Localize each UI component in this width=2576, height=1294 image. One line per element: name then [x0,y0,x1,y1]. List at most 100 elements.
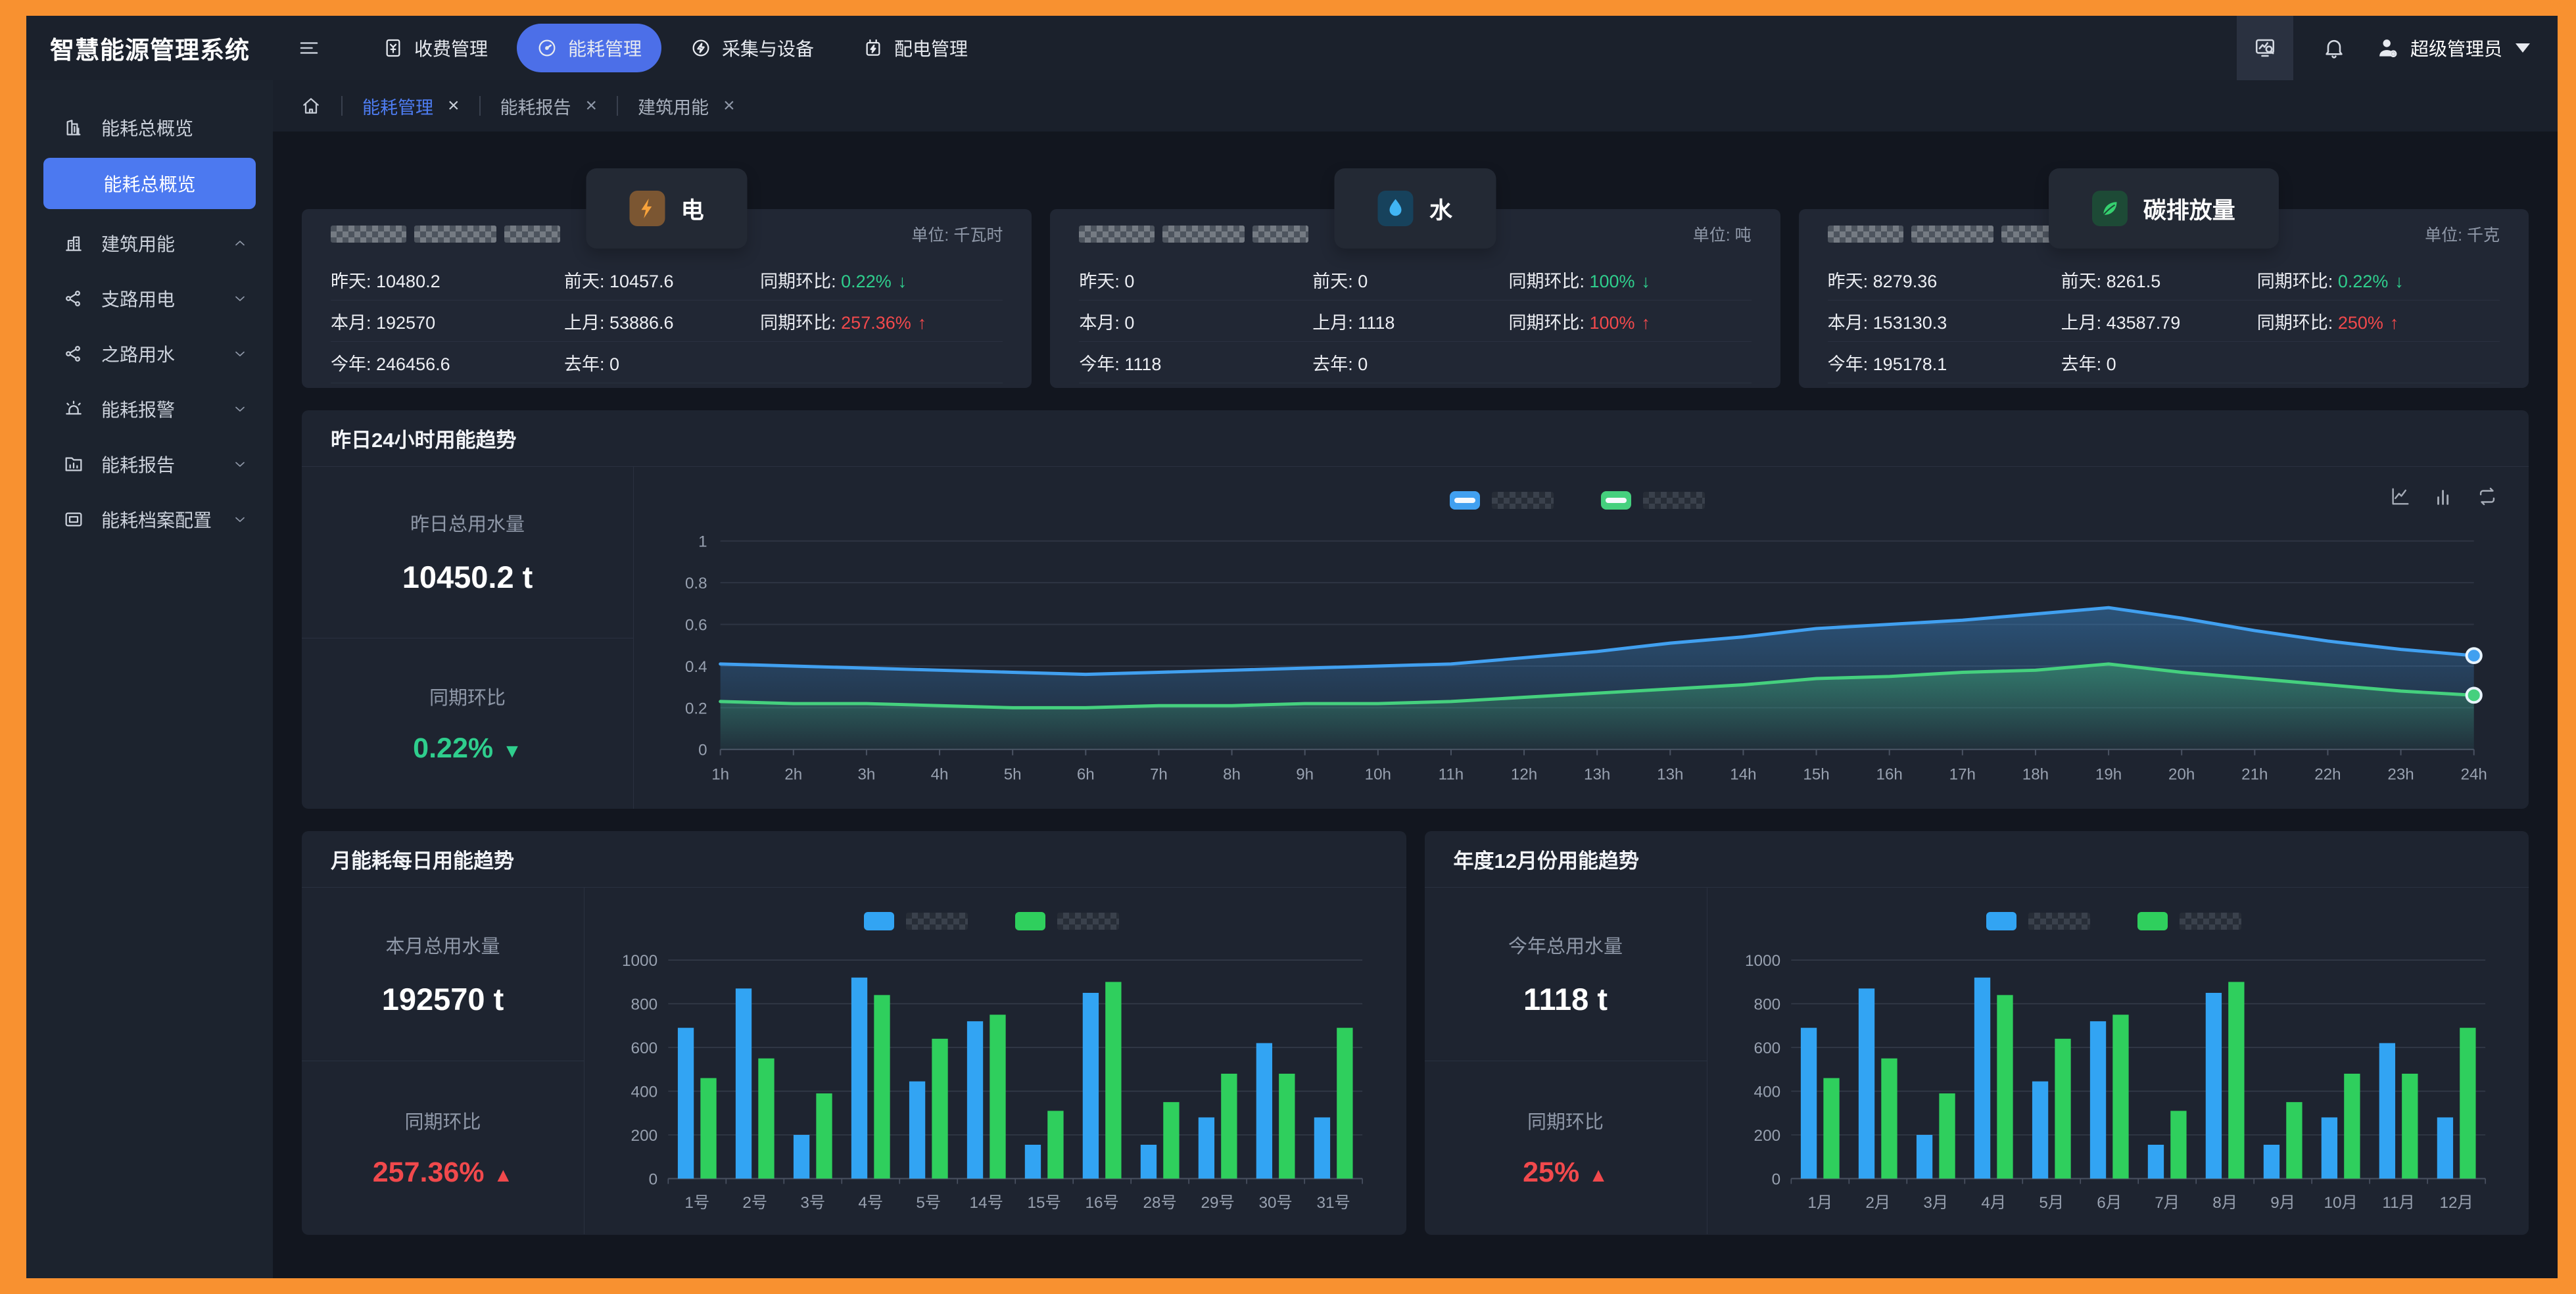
home-icon[interactable] [300,95,322,116]
stat-card-row: 今年: 246456.6去年: 0 [331,342,1003,383]
svg-text:1号: 1号 [684,1194,709,1212]
stat-field: 今年: 246456.6 [331,350,564,375]
sidebar-item-alarm[interactable]: 能耗报警 [26,381,273,437]
nav-item-label: 能耗管理 [568,35,642,61]
daily-trend-panel: 月能耗每日用能趋势 本月总用水量 192570 t 同期环比 257.36%▲ [302,831,1406,1235]
water-drop-icon [1378,191,1414,226]
branch-icon [63,343,101,364]
chart-legend [602,897,1381,946]
legend-item[interactable] [2137,912,2241,930]
svg-text:400: 400 [1753,1084,1780,1101]
sidebar-item-archive[interactable]: 能耗档案配置 [26,492,273,547]
svg-text:0.8: 0.8 [685,575,707,592]
close-icon[interactable]: × [448,95,460,117]
legend-item[interactable] [864,912,968,930]
legend-line-marker [1450,491,1480,510]
svg-text:20h: 20h [2168,766,2195,784]
legend-bar-marker [2137,912,2168,930]
panel-title: 月能耗每日用能趋势 [302,831,1406,888]
close-icon[interactable]: × [723,95,735,117]
nav-item-billing[interactable]: 收费管理 [363,24,508,72]
alarm-icon [63,398,101,419]
svg-text:800: 800 [1753,996,1780,1014]
sidebar-item-label: 能耗报告 [101,451,175,477]
collapse-menu-icon[interactable] [297,36,321,60]
ratio-value: 25%▲ [1523,1157,1608,1189]
stat-value: 192570 t [382,981,504,1017]
svg-text:23h: 23h [2387,766,2414,784]
trend-arrow-icon: ▲ [1588,1164,1608,1186]
line-chart-icon[interactable] [2389,485,2412,508]
svg-text:18h: 18h [2022,766,2049,784]
sidebar-item-overview[interactable]: 能耗总概览 [43,158,256,209]
stat-field: 昨天: 8279.36 [1828,267,2061,293]
legend-bar-marker [1015,912,1045,930]
legend-item[interactable] [1986,912,2090,930]
stat-card-carbon: 碳排放量 单位: 千克 昨天: 8279.36前天: 8261.5同期环比: 0… [1799,209,2529,388]
stat-card-electric: 电 单位: 千瓦时 昨天: 10480.2前天: 10457.6同期环比: 0.… [302,209,1032,388]
main-content: 电 单位: 千瓦时 昨天: 10480.2前天: 10457.6同期环比: 0.… [273,132,2558,1278]
nav-item-devices[interactable]: 采集与设备 [671,24,834,72]
ratio-label: 同期环比 [1527,1107,1604,1134]
svg-text:0.6: 0.6 [685,617,707,635]
svg-text:14号: 14号 [970,1194,1003,1212]
stat-field: 今年: 1118 [1079,350,1312,375]
nav-item-energy[interactable]: 能耗管理 [517,24,661,72]
hourly-line-chart[interactable]: 00.20.40.60.811h2h3h4h5h6h7h8h9h10h11h12… [651,525,2504,805]
sidebar-item-overview-group[interactable]: 能耗总概览 [26,100,273,155]
blurred-site-name [1079,226,1308,243]
tab-能耗管理[interactable]: 能耗管理 × [362,93,460,119]
billing-icon [383,37,404,59]
close-icon[interactable]: × [586,95,598,117]
report-icon [63,454,101,475]
svg-text:12月: 12月 [2439,1194,2473,1212]
svg-text:5月: 5月 [2039,1194,2064,1212]
monthly-bar-chart[interactable]: 020040060080010001月2月3月4月5月6月7月8月9月10月11… [1725,946,2504,1230]
refresh-icon[interactable] [2476,485,2498,508]
svg-text:16号: 16号 [1085,1194,1119,1212]
legend-line-marker [1601,491,1631,510]
sidebar-item-branch-water[interactable]: 之路用水 [26,326,273,381]
legend-item[interactable] [1450,491,1554,510]
bar-chart-icon[interactable] [2433,485,2455,508]
stat-field: 本月: 192570 [331,308,564,334]
legend-item[interactable] [1015,912,1119,930]
tab-能耗报告[interactable]: 能耗报告 × [500,93,598,119]
stat-card-tab-electric: 电 [586,168,748,249]
chart-actions [2389,485,2498,508]
bell-icon[interactable] [2322,36,2346,60]
tab-bar: 能耗管理 × 能耗报告 × 建筑用能 × [273,80,2558,132]
trend-arrow-icon: ▲ [494,1164,513,1186]
sidebar-item-label: 能耗报警 [101,396,175,422]
nav-item-label: 采集与设备 [722,35,814,61]
branch-icon [63,288,101,309]
nav-item-power[interactable]: 配电管理 [843,24,988,72]
tab-建筑用能[interactable]: 建筑用能 × [638,93,735,119]
legend-item[interactable] [1601,491,1705,510]
svg-text:4h: 4h [931,766,949,784]
sidebar-item-report[interactable]: 能耗报告 [26,437,273,492]
svg-text:22h: 22h [2314,766,2341,784]
blurred-site-name [331,226,560,243]
svg-text:600: 600 [631,1040,658,1057]
ratio-label: 同期环比 [429,683,506,710]
sidebar-item-building[interactable]: 建筑用能 [26,216,273,271]
monthly-trend-panel: 年度12月份用能趋势 今年总用水量 1118 t 同期环比 25%▲ [1425,831,2529,1235]
svg-text:11月: 11月 [2382,1194,2415,1212]
monitor-search-icon[interactable] [2237,16,2293,80]
hourly-stat-column: 昨日总用水量 10450.2 t 同期环比 0.22%▼ [302,467,634,809]
svg-text:21h: 21h [2241,766,2268,784]
sidebar-item-branch-electric[interactable]: 支路用电 [26,271,273,326]
svg-text:28号: 28号 [1143,1194,1177,1212]
ratio-label: 同期环比 [404,1107,481,1134]
daily-bar-chart[interactable]: 020040060080010001号2号3号4号5号14号15号16号28号2… [602,946,1381,1230]
stat-card-row: 本月: 153130.3上月: 43587.79同期环比: 250%↑ [1828,300,2500,342]
blurred-legend-label [2028,913,2090,930]
user-menu[interactable]: 超级管理员 [2375,35,2558,61]
ratio-field: 同期环比: 257.36%↑ [760,308,1003,334]
sidebar-item-label: 能耗档案配置 [101,506,212,533]
panel-title: 年度12月份用能趋势 [1425,831,2529,888]
stat-field: 昨天: 10480.2 [331,267,564,293]
svg-text:10h: 10h [1365,766,1391,784]
overview-icon [63,117,101,138]
